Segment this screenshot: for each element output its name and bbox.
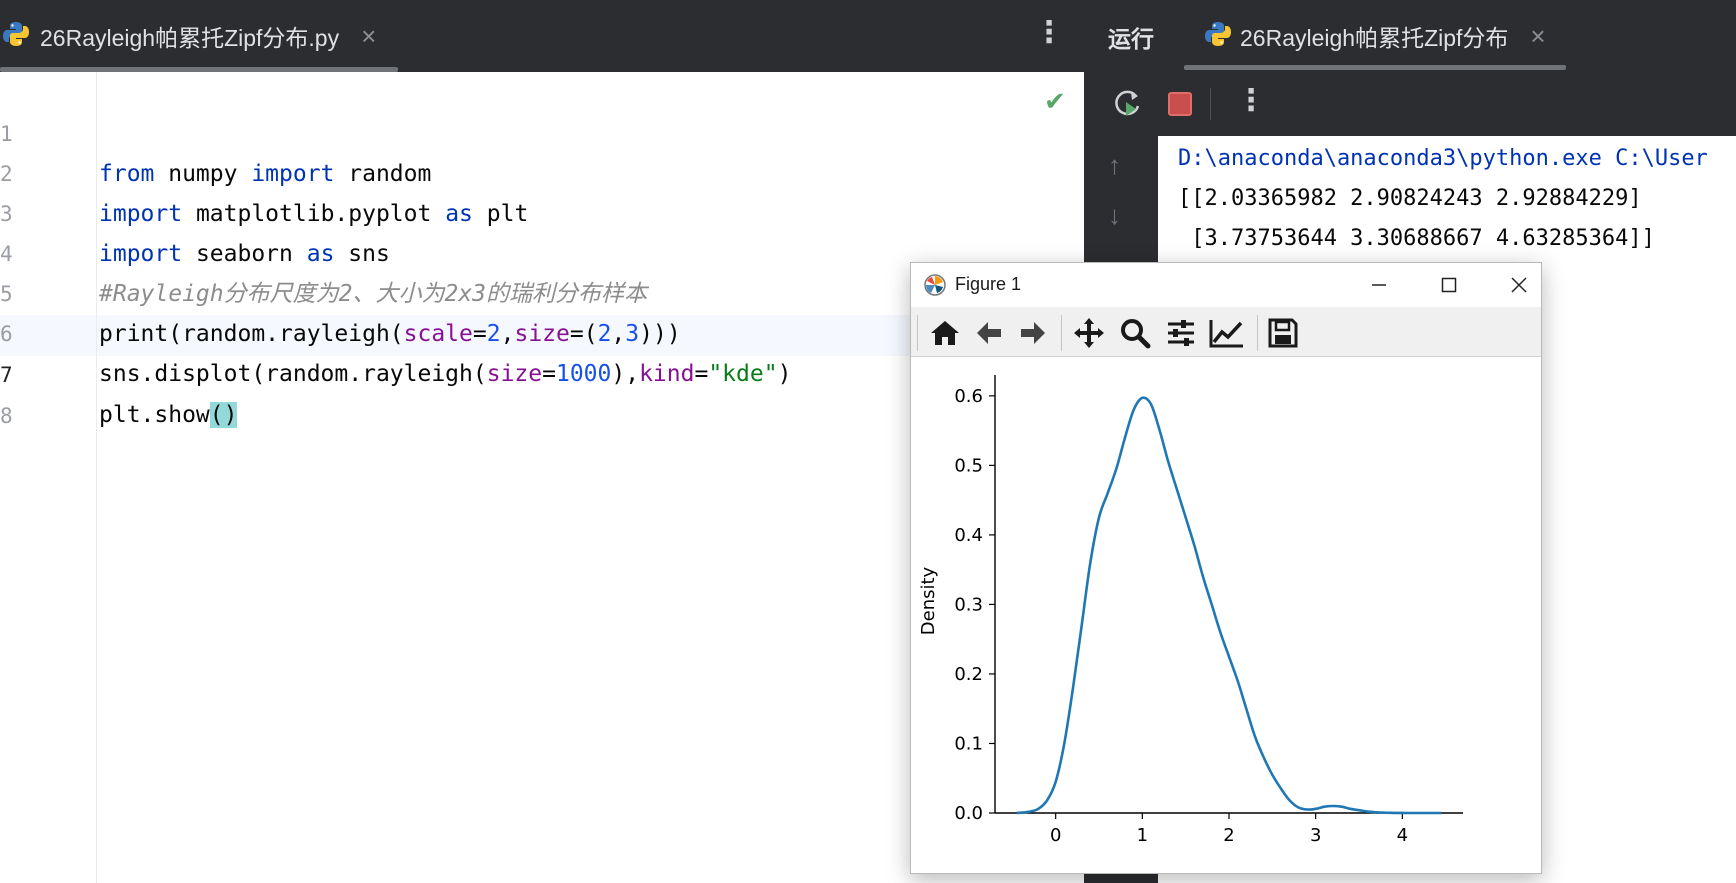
- toolbar-separator: [1210, 88, 1211, 120]
- x-tick-label: 3: [1310, 825, 1321, 846]
- toolbar-separator: [1257, 315, 1258, 351]
- figure-title-bar[interactable]: Figure 1: [911, 263, 1541, 307]
- y-ticks: 0.0 0.1 0.2 0.3 0.4 0.5 0.6: [954, 386, 995, 824]
- x-tick-label: 4: [1397, 825, 1408, 846]
- run-tab-label: 26Rayleigh帕累托Zipf分布: [1240, 25, 1509, 51]
- figure-window[interactable]: Figure 1 0.0 0.1 0.2 0.3 0.4 0.5 0.6 0 1…: [910, 262, 1542, 874]
- editor-tab-label: 26Rayleigh帕累托Zipf分布.py: [40, 25, 340, 51]
- configure-subplots-icon[interactable]: [1163, 316, 1199, 350]
- run-title[interactable]: 运行: [1108, 20, 1154, 54]
- zoom-icon[interactable]: [1117, 316, 1153, 350]
- y-tick-label: 0.2: [954, 664, 983, 685]
- code-line: 3 import seaborn as sns: [0, 154, 1084, 267]
- console-line: [[2.03365982 2.90824243 2.92884229]: [1178, 186, 1642, 211]
- y-tick-label: 0.6: [954, 386, 983, 407]
- python-icon: [1204, 20, 1232, 53]
- editor-tab-bar: 26Rayleigh帕累托Zipf分布.py × ⋮: [0, 0, 1084, 72]
- forward-icon[interactable]: [1015, 316, 1051, 350]
- x-tick-label: 2: [1223, 825, 1234, 846]
- figure-toolbar: [911, 307, 1541, 357]
- rerun-icon[interactable]: [1112, 88, 1144, 125]
- y-tick-label: 0.5: [954, 455, 983, 476]
- code-token: plt.show: [99, 402, 210, 428]
- pan-icon[interactable]: [1071, 316, 1107, 350]
- arrow-up-icon[interactable]: ↑: [1108, 150, 1121, 181]
- x-tick-label: 1: [1137, 825, 1148, 846]
- code-line: 4 #Rayleigh分布尺度为2、大小为2x3的瑞利分布样本: [0, 194, 1084, 307]
- matched-brace: (): [209, 402, 238, 428]
- close-window-icon[interactable]: [1499, 269, 1539, 301]
- code-line: 1 from numpy import random: [0, 74, 1084, 187]
- back-icon[interactable]: [971, 316, 1007, 350]
- y-tick-label: 0.3: [954, 594, 983, 615]
- run-header: 运行 26Rayleigh帕累托Zipf分布 ×: [1084, 0, 1736, 72]
- line-number: 8: [0, 404, 13, 428]
- console-line: D:\anaconda\anaconda3\python.exe C:\User: [1178, 146, 1708, 171]
- figure-title: Figure 1: [955, 274, 1022, 294]
- python-file-icon: [2, 20, 30, 53]
- plot-axes: [994, 375, 1463, 814]
- tab-underline: [1184, 65, 1566, 70]
- maximize-icon[interactable]: [1429, 269, 1469, 301]
- x-ticks: 0 1 2 3 4: [1050, 813, 1408, 846]
- editor-tab[interactable]: 26Rayleigh帕累托Zipf分布.py ×: [0, 0, 398, 72]
- console-line: [3.73753644 3.30688667 4.63285364]]: [1178, 226, 1655, 251]
- code-line: 2 import matplotlib.pyplot as plt: [0, 114, 1084, 227]
- y-tick-label: 0.4: [954, 525, 983, 546]
- y-tick-label: 0.1: [954, 733, 983, 754]
- kde-density-line: [1016, 396, 1442, 815]
- minimize-icon[interactable]: [1359, 269, 1399, 301]
- run-toolbar: ⋮: [1084, 72, 1736, 136]
- more-options-icon[interactable]: ⋮: [1236, 86, 1266, 116]
- more-options-icon[interactable]: ⋮: [1034, 18, 1064, 48]
- edit-axis-icon[interactable]: [1209, 316, 1245, 350]
- x-tick-label: 0: [1050, 825, 1061, 846]
- arrow-down-icon[interactable]: ↓: [1108, 200, 1121, 231]
- close-icon[interactable]: ×: [361, 23, 376, 49]
- run-tab[interactable]: 26Rayleigh帕累托Zipf分布 ×: [1204, 0, 1546, 72]
- matplotlib-logo-icon: [923, 273, 947, 302]
- save-icon[interactable]: [1265, 316, 1301, 350]
- toolbar-separator: [1061, 315, 1062, 351]
- toolbar-separator: [917, 315, 918, 351]
- close-icon[interactable]: ×: [1530, 23, 1545, 49]
- density-plot[interactable]: 0.0 0.1 0.2 0.3 0.4 0.5 0.6 0 1 2 3 4 Density: [911, 357, 1541, 873]
- y-tick-label: 0.0: [954, 803, 983, 824]
- home-icon[interactable]: [927, 316, 963, 350]
- y-axis-label: Density: [918, 566, 939, 635]
- stop-icon[interactable]: [1168, 92, 1192, 116]
